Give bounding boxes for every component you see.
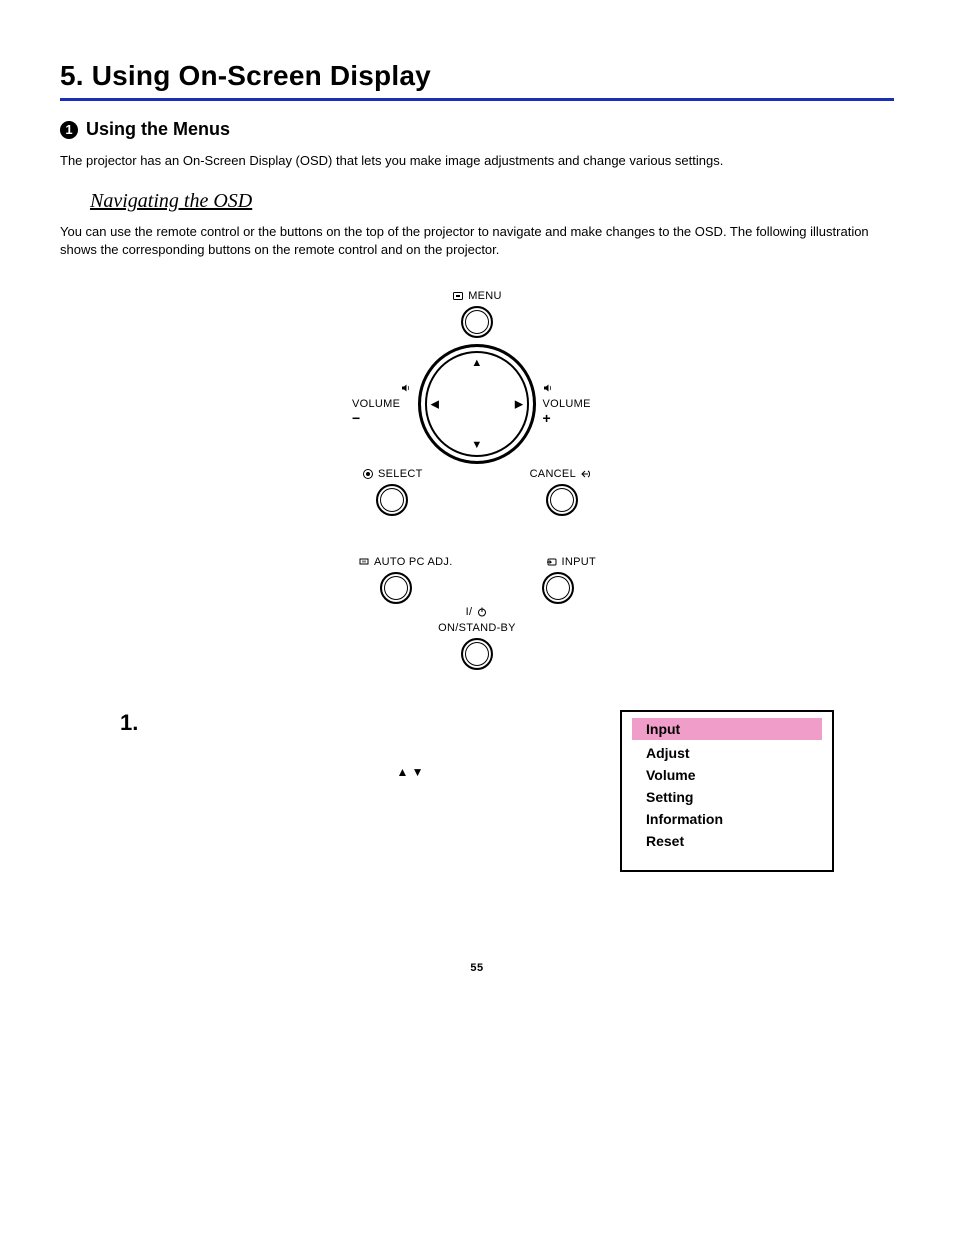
- speaker-icon: [400, 382, 412, 394]
- nav-right-icon: ▶: [515, 397, 524, 410]
- input-label: INPUT: [546, 556, 597, 568]
- projector-controls-diagram: MENU VOLUME − ▲ ▼ ◀ ▶ VOLUME + SELECT: [352, 290, 602, 670]
- heading-rule: [60, 98, 894, 101]
- osd-item-setting[interactable]: Setting: [622, 786, 832, 808]
- power-symbol: I/: [466, 606, 489, 618]
- step-arrows: ▲ ▼: [200, 710, 620, 779]
- step-number: 1.: [120, 710, 200, 736]
- power-button[interactable]: [461, 638, 493, 670]
- step-1-row: 1. ▲ ▼ InputAdjustVolumeSettingInformati…: [60, 710, 894, 872]
- nav-left-icon: ◀: [431, 397, 440, 410]
- osd-item-adjust[interactable]: Adjust: [622, 742, 832, 764]
- cancel-button[interactable]: [546, 484, 578, 516]
- select-label: SELECT: [362, 468, 423, 480]
- select-icon: [362, 468, 374, 480]
- nav-up-icon: ▲: [471, 357, 482, 369]
- auto-pc-icon: [358, 556, 370, 568]
- cancel-label: CANCEL: [530, 468, 592, 480]
- section-number-badge: 1: [60, 121, 78, 139]
- menu-icon: [452, 290, 464, 302]
- cancel-icon: [580, 468, 592, 480]
- input-button[interactable]: [542, 572, 574, 604]
- standby-label: ON/STAND-BY: [438, 622, 516, 634]
- speaker-icon: [542, 382, 554, 394]
- page-title: 5. Using On-Screen Display: [60, 60, 894, 92]
- osd-item-reset[interactable]: Reset: [622, 830, 832, 852]
- power-icon: [476, 606, 488, 618]
- auto-pc-button[interactable]: [380, 572, 412, 604]
- nav-ring[interactable]: ▲ ▼ ◀ ▶: [418, 344, 537, 464]
- menu-button[interactable]: [461, 306, 493, 338]
- osd-item-input[interactable]: Input: [632, 718, 822, 740]
- nav-down-icon: ▼: [471, 439, 482, 451]
- page-number: 55: [60, 962, 894, 974]
- osd-item-volume[interactable]: Volume: [622, 764, 832, 786]
- section-title: Using the Menus: [86, 119, 230, 140]
- volume-minus-label: [400, 382, 412, 394]
- auto-pc-label: AUTO PC ADJ.: [358, 556, 453, 568]
- section-intro: The projector has an On-Screen Display (…: [60, 152, 894, 170]
- section-heading: 1 Using the Menus: [60, 119, 894, 140]
- select-button[interactable]: [376, 484, 408, 516]
- menu-label: MENU: [452, 290, 502, 302]
- osd-menu: InputAdjustVolumeSettingInformationReset: [620, 710, 834, 872]
- nav-paragraph: You can use the remote control or the bu…: [60, 223, 894, 259]
- osd-item-information[interactable]: Information: [622, 808, 832, 830]
- volume-plus-label: [542, 382, 554, 394]
- input-icon: [546, 556, 558, 568]
- subheading: Navigating the OSD: [90, 190, 894, 213]
